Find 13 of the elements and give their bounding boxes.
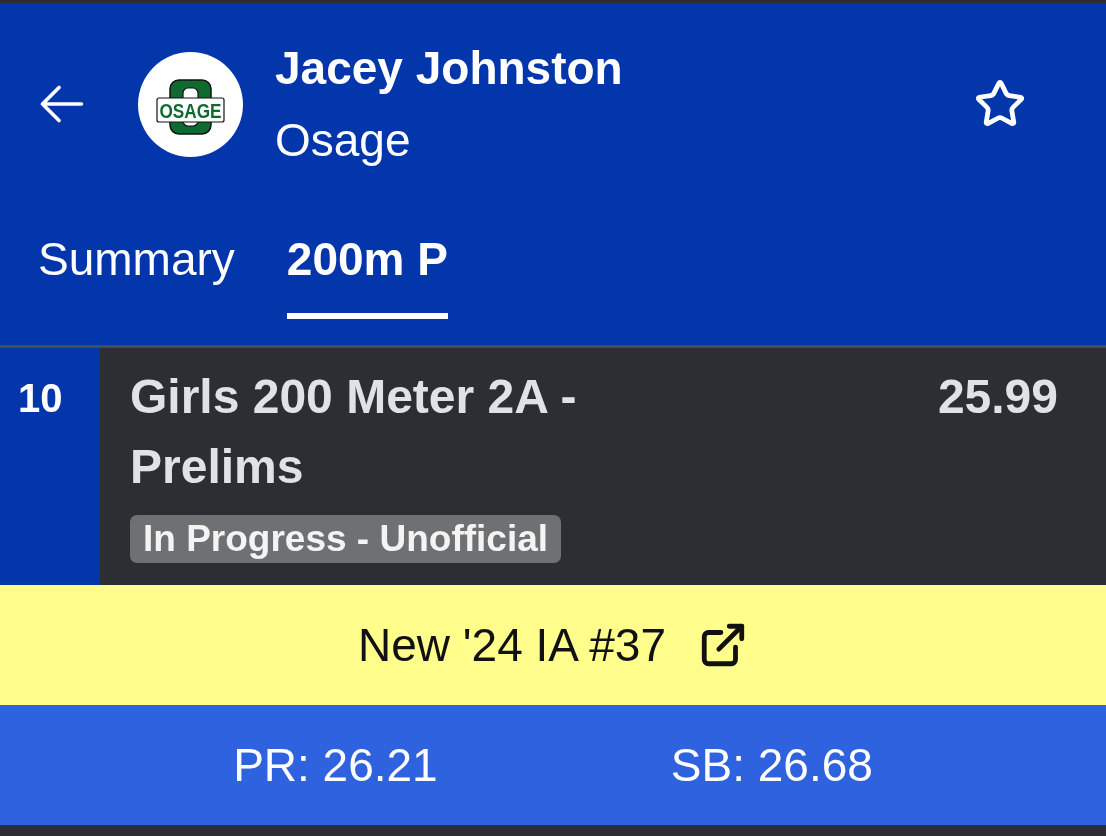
place-cell: 10 (0, 348, 100, 585)
stat-text: PR: 26.21 (233, 738, 438, 793)
athlete-name: Jacey Johnston (275, 41, 623, 96)
team-name: Osage (275, 113, 412, 168)
event-title: Girls 200 Meter 2A - Prelims (130, 369, 578, 495)
tab[interactable]: Summary (38, 231, 235, 319)
status-badge: In Progress - Unofficial (130, 515, 561, 563)
ranking-link[interactable]: New '24 IA #37 (358, 617, 748, 673)
tab[interactable]: 200m P (286, 231, 448, 319)
result-time: 25.99 (937, 369, 1058, 425)
logo-text: OSAGE (159, 99, 232, 121)
stat-text: SB: 26.68 (670, 738, 873, 793)
back-icon[interactable] (40, 85, 84, 123)
